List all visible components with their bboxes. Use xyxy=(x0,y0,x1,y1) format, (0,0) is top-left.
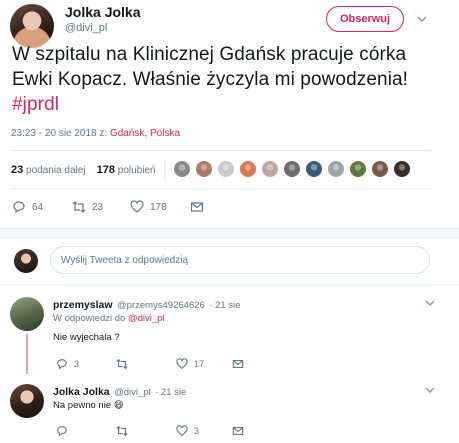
liker-avatar[interactable] xyxy=(283,160,301,178)
section-separator xyxy=(0,228,459,238)
dm-action[interactable] xyxy=(190,199,210,215)
liker-avatar[interactable] xyxy=(261,160,279,178)
like-action[interactable]: 3 xyxy=(176,424,199,438)
liker-avatar[interactable] xyxy=(173,160,191,178)
liker-avatar[interactable] xyxy=(349,160,367,178)
grin-emoji-icon: 😄 xyxy=(113,400,124,411)
divider xyxy=(0,284,459,285)
heart-icon xyxy=(176,425,188,436)
likes-stat[interactable]: 178 polubień xyxy=(97,164,156,176)
replying-to: W odpowiedzi do @divi_pl xyxy=(53,313,165,324)
dm-action[interactable] xyxy=(232,424,250,438)
retweet-icon xyxy=(116,425,128,437)
reply-author-name[interactable]: przemyslaw xyxy=(53,299,113,311)
reply-header: przemyslaw @przemys49264626 · 21 sie xyxy=(53,295,240,313)
reply-text: Na pewno nie 😄 xyxy=(53,400,124,411)
reply-time[interactable]: · 21 sie xyxy=(155,387,186,398)
tweet-location[interactable]: Gdańsk, Polska xyxy=(110,128,180,139)
reply-count: 64 xyxy=(32,201,44,213)
my-avatar xyxy=(14,249,38,273)
thread-line xyxy=(26,334,28,374)
heart-icon xyxy=(130,200,144,213)
like-count: 178 xyxy=(150,201,167,213)
liker-avatar[interactable] xyxy=(371,160,389,178)
follow-button[interactable]: Obserwuj xyxy=(326,6,404,32)
liker-avatar[interactable] xyxy=(327,160,345,178)
like-action[interactable]: 17 xyxy=(176,357,204,371)
liker-avatar[interactable] xyxy=(239,160,257,178)
reply-time[interactable]: · 21 sie xyxy=(209,300,240,311)
hashtag-link[interactable]: #jprdl xyxy=(12,94,59,115)
liker-avatar[interactable] xyxy=(393,160,411,178)
reply-icon xyxy=(13,201,25,214)
reply-action[interactable]: 64 xyxy=(12,199,43,215)
tweet-timestamp[interactable]: 23:23 - 20 sie 2018 z: xyxy=(11,128,110,139)
chevron-down-icon[interactable] xyxy=(425,385,435,395)
divider xyxy=(11,188,431,189)
tweet-body: W szpitalu na Klinicznej Gdańsk pracuje … xyxy=(12,44,409,90)
replying-to-link[interactable]: @divi_pl xyxy=(128,313,165,324)
envelope-icon xyxy=(190,202,204,212)
envelope-icon xyxy=(232,360,244,368)
author-handle[interactable]: @divi_pl xyxy=(65,22,107,34)
author-name[interactable]: Jolka Jolka xyxy=(65,4,141,20)
reply-icon xyxy=(57,426,67,437)
tweet-text: W szpitalu na Klinicznej Gdańsk pracuje … xyxy=(12,42,452,117)
chevron-down-icon[interactable] xyxy=(425,298,435,308)
liker-avatar[interactable] xyxy=(305,160,323,178)
reply-avatar-jolka[interactable] xyxy=(10,384,44,418)
reply-author-name[interactable]: Jolka Jolka xyxy=(53,386,110,398)
liker-avatar[interactable] xyxy=(217,160,235,178)
liker-avatar[interactable] xyxy=(195,160,213,178)
divider xyxy=(11,150,431,151)
reply-avatar-przemyslaw[interactable] xyxy=(10,297,44,331)
chevron-down-icon[interactable] xyxy=(417,14,427,24)
reply-header: Jolka Jolka @divi_pl · 21 sie xyxy=(53,382,186,400)
retweet-action[interactable]: 23 xyxy=(72,199,103,215)
like-action[interactable]: 178 xyxy=(130,199,167,215)
tweet-meta: 23:23 - 20 sie 2018 z: Gdańsk, Polska xyxy=(11,128,180,139)
likers-avatars xyxy=(173,160,415,182)
reply-author-handle[interactable]: @divi_pl xyxy=(114,387,151,398)
envelope-icon xyxy=(232,427,244,435)
reply-author-handle[interactable]: @przemys49264626 xyxy=(117,300,205,311)
dm-action[interactable] xyxy=(232,357,250,371)
retweets-stat[interactable]: 23 podania dalej xyxy=(11,164,86,176)
retweet-action[interactable] xyxy=(116,424,134,438)
reply-input[interactable]: Wyślij Tweeta z odpowiedzią xyxy=(50,246,430,274)
stats-separator xyxy=(164,160,165,180)
reply-icon xyxy=(57,359,67,370)
tweet-stats: 23 podania dalej 178 polubień xyxy=(11,164,156,176)
heart-icon xyxy=(176,358,188,369)
retweet-icon xyxy=(116,358,128,370)
retweet-icon xyxy=(72,201,86,213)
reply-text: Nie wyjechala ? xyxy=(53,332,120,343)
reply-action[interactable] xyxy=(56,424,74,438)
reply-action[interactable]: 3 xyxy=(56,357,79,371)
retweet-count: 23 xyxy=(92,201,104,213)
retweet-action[interactable] xyxy=(116,357,134,371)
